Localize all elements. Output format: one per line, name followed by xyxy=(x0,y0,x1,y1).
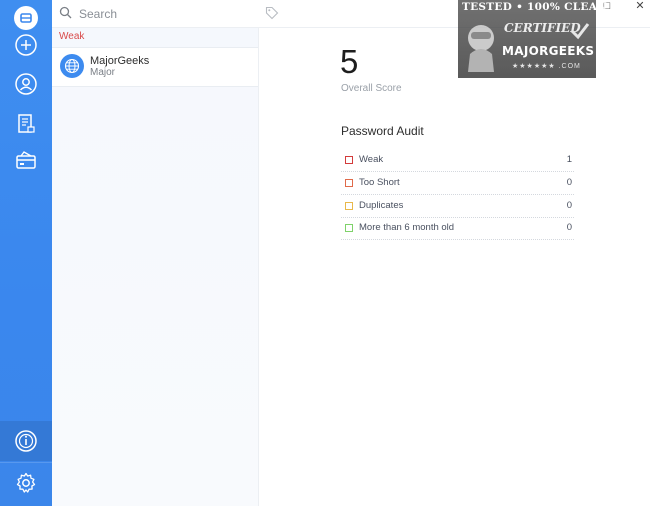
tag-icon[interactable] xyxy=(265,6,279,25)
audit-row-weak[interactable]: Weak 1 xyxy=(341,149,574,172)
audit-label: Duplicates xyxy=(359,200,404,211)
audit-count: 0 xyxy=(566,222,572,233)
status-marker xyxy=(345,156,353,164)
item-title: MajorGeeks xyxy=(90,55,150,67)
audit-count: 0 xyxy=(566,177,572,188)
badge-stars-text: ★★★★★★ .COM xyxy=(512,63,581,70)
audit-row-old[interactable]: More than 6 month old 0 xyxy=(341,217,574,240)
identity-icon[interactable] xyxy=(8,66,44,102)
sidebar xyxy=(0,0,52,506)
item-subtitle: Major xyxy=(90,67,116,78)
gear-icon[interactable] xyxy=(8,465,44,501)
sidebar-divider xyxy=(0,462,52,463)
status-marker xyxy=(345,179,353,187)
audit-row-too-short[interactable]: Too Short 0 xyxy=(341,172,574,195)
globe-icon xyxy=(60,54,84,78)
notes-icon[interactable] xyxy=(8,106,44,142)
overall-score-label: Overall Score xyxy=(341,83,402,94)
status-marker xyxy=(345,202,353,210)
audit-count: 1 xyxy=(566,154,572,165)
password-audit-title: Password Audit xyxy=(341,124,424,138)
add-icon[interactable] xyxy=(8,27,44,63)
search-icon xyxy=(59,6,72,24)
info-icon[interactable] xyxy=(8,423,44,459)
checkmark-icon xyxy=(570,23,590,40)
status-marker xyxy=(345,224,353,232)
audit-label: Weak xyxy=(359,154,384,165)
audit-row-duplicates[interactable]: Duplicates 0 xyxy=(341,195,574,218)
cards-icon[interactable] xyxy=(8,143,44,179)
overall-score: 5 xyxy=(340,43,359,80)
audit-count: 0 xyxy=(566,200,572,211)
badge-top-text: TESTED • 100% CLEAN xyxy=(462,1,608,13)
audit-label: Too Short xyxy=(359,177,400,188)
mascot-icon xyxy=(468,25,494,72)
badge-brand-text: MAJORGEEKS xyxy=(502,44,595,58)
audit-label: More than 6 month old xyxy=(359,222,455,233)
close-button[interactable]: ✕ xyxy=(629,0,650,14)
search-input[interactable] xyxy=(77,3,251,25)
majorgeeks-watermark: TESTED • 100% CLEAN CERTIFIED MAJORGEEKS… xyxy=(458,0,607,78)
list-item[interactable]: MajorGeeks Major xyxy=(52,47,258,87)
section-label-weak: Weak xyxy=(59,31,85,42)
